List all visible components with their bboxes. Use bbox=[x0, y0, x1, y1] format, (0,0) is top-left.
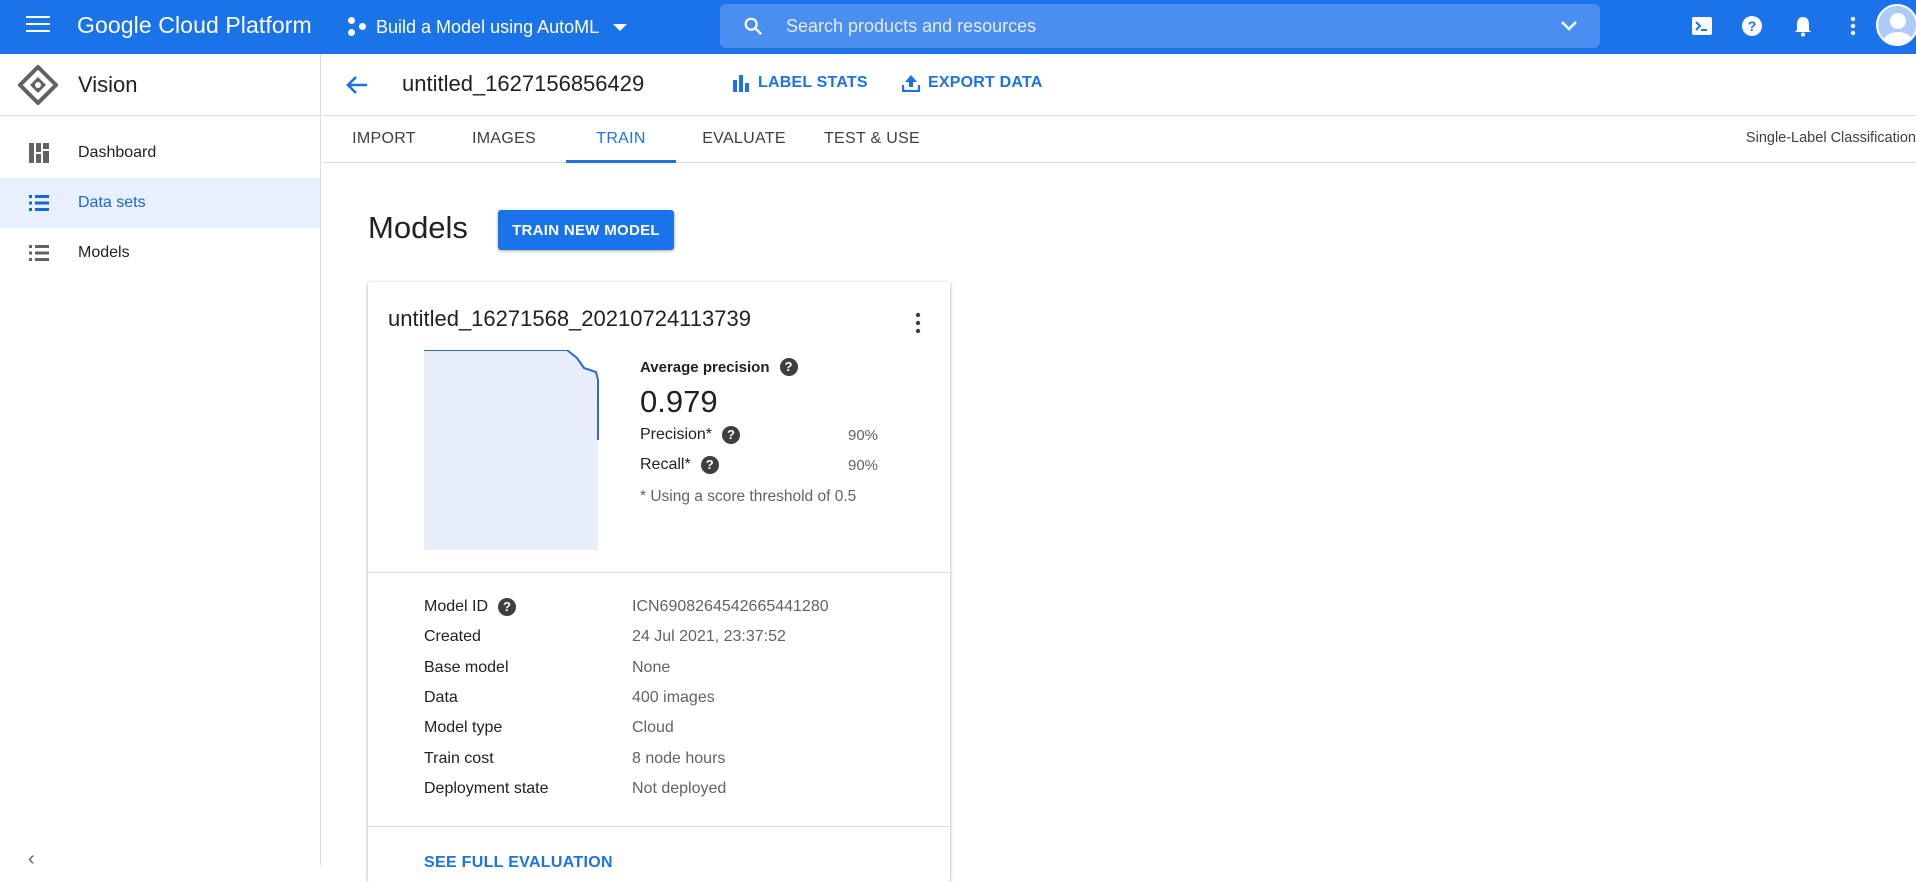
sidebar-item-label: Data sets bbox=[78, 194, 146, 211]
chevron-down-icon[interactable] bbox=[1560, 18, 1578, 34]
precision-row: Precision* ? 90% bbox=[640, 420, 900, 450]
recall-value: 90% bbox=[848, 456, 879, 474]
back-arrow-icon[interactable] bbox=[344, 72, 370, 98]
svg-text:?: ? bbox=[1748, 18, 1757, 34]
detail-value: 400 images bbox=[632, 689, 715, 707]
detail-key: Model type bbox=[424, 719, 503, 737]
top-app-bar: Google Cloud Platform Build a Model usin… bbox=[0, 0, 1916, 54]
average-precision-label: Average precision bbox=[640, 358, 770, 376]
tab-train[interactable]: TRAIN bbox=[566, 116, 676, 163]
detail-row: Base model None bbox=[424, 653, 924, 683]
detail-row: Train cost 8 node hours bbox=[424, 743, 924, 773]
divider bbox=[368, 572, 950, 573]
average-precision-heading: Average precision ? bbox=[640, 358, 900, 376]
search-input[interactable] bbox=[786, 15, 1526, 37]
search-icon bbox=[744, 17, 763, 36]
sidebar: Vision Dashboard Data sets Models ‹ bbox=[0, 54, 321, 870]
sidebar-item-label: Models bbox=[78, 244, 130, 261]
more-vert-icon[interactable] bbox=[914, 312, 922, 334]
detail-value: 8 node hours bbox=[632, 749, 726, 767]
label-stats-button[interactable]: LABEL STATS bbox=[732, 74, 868, 92]
average-precision-value: 0.979 bbox=[640, 384, 718, 419]
dashboard-icon bbox=[29, 143, 49, 163]
tab-test-and-use[interactable]: TEST & USE bbox=[822, 116, 922, 163]
search-bar[interactable] bbox=[720, 4, 1600, 48]
caret-down-icon bbox=[613, 23, 628, 31]
detail-key: Train cost bbox=[424, 749, 494, 767]
detail-value: Not deployed bbox=[632, 779, 727, 797]
sidebar-item-dashboard[interactable]: Dashboard bbox=[0, 128, 320, 178]
list-icon bbox=[29, 245, 49, 261]
pr-curve-area bbox=[424, 350, 598, 550]
dataset-title: untitled_1627156856429 bbox=[402, 71, 645, 96]
bar-chart-icon bbox=[733, 75, 749, 92]
page-title: Models bbox=[368, 210, 468, 245]
sidebar-item-data-sets[interactable]: Data sets bbox=[0, 178, 320, 228]
account-avatar[interactable] bbox=[1876, 4, 1916, 46]
brand-name[interactable]: Google Cloud Platform bbox=[77, 12, 312, 39]
detail-value: Cloud bbox=[632, 719, 674, 737]
sidebar-header: Vision bbox=[0, 54, 320, 116]
detail-key: Created bbox=[424, 628, 481, 646]
label-stats-label: LABEL STATS bbox=[758, 74, 868, 91]
recall-label: Recall* bbox=[640, 456, 691, 473]
classification-type: Single-Label Classification bbox=[1745, 130, 1916, 146]
cloud-shell-icon[interactable] bbox=[1690, 14, 1714, 38]
tab-images[interactable]: IMAGES bbox=[472, 116, 536, 163]
detail-value: None bbox=[632, 658, 671, 676]
detail-row: Deployment state Not deployed bbox=[424, 774, 924, 804]
detail-key: Base model bbox=[424, 658, 509, 676]
collapse-sidebar-icon[interactable]: ‹ bbox=[28, 848, 35, 871]
project-hub-icon bbox=[348, 17, 370, 37]
help-icon[interactable]: ? bbox=[700, 456, 719, 474]
detail-row: Model ID? ICN6908264542665441280 bbox=[424, 592, 924, 622]
export-data-label: EXPORT DATA bbox=[928, 74, 1043, 91]
export-data-button[interactable]: EXPORT DATA bbox=[902, 74, 1043, 92]
product-title: Vision bbox=[78, 71, 138, 97]
tab-bar: IMPORT IMAGES TRAIN EVALUATE TEST & USE … bbox=[322, 116, 1916, 163]
model-details: Model ID? ICN6908264542665441280 Created… bbox=[424, 592, 924, 804]
tab-import[interactable]: IMPORT bbox=[352, 116, 416, 163]
model-card: untitled_16271568_20210724113739 Average… bbox=[368, 282, 950, 882]
menu-icon[interactable] bbox=[26, 16, 50, 34]
sidebar-item-models[interactable]: Models bbox=[0, 228, 320, 278]
model-name[interactable]: untitled_16271568_20210724113739 bbox=[388, 306, 751, 332]
detail-key: Deployment state bbox=[424, 779, 549, 797]
train-new-model-button[interactable]: TRAIN NEW MODEL bbox=[498, 210, 674, 250]
sidebar-item-label: Dashboard bbox=[78, 144, 157, 161]
notifications-icon[interactable] bbox=[1791, 14, 1815, 38]
dataset-header: untitled_1627156856429 LABEL STATS EXPOR… bbox=[322, 54, 1916, 116]
detail-key: Model ID? bbox=[424, 598, 632, 617]
detail-row: Model type Cloud bbox=[424, 713, 924, 743]
vision-logo-icon bbox=[18, 64, 58, 105]
project-selector[interactable]: Build a Model using AutoML bbox=[348, 13, 628, 41]
detail-row: Created 24 Jul 2021, 23:37:52 bbox=[424, 622, 924, 652]
help-icon[interactable]: ? bbox=[722, 426, 741, 444]
threshold-note: * Using a score threshold of 0.5 bbox=[640, 488, 857, 505]
detail-value: ICN6908264542665441280 bbox=[632, 598, 829, 616]
detail-value: 24 Jul 2021, 23:37:52 bbox=[632, 628, 786, 646]
precision-recall-chart bbox=[424, 350, 599, 550]
precision-label: Precision* bbox=[640, 426, 713, 443]
recall-row: Recall* ? 90% bbox=[640, 450, 900, 480]
detail-key: Data bbox=[424, 689, 458, 707]
more-vert-icon[interactable] bbox=[1841, 14, 1865, 38]
precision-value: 90% bbox=[848, 426, 879, 444]
detail-row: Data 400 images bbox=[424, 683, 924, 713]
help-icon[interactable]: ? bbox=[779, 358, 798, 376]
tab-evaluate[interactable]: EVALUATE bbox=[702, 116, 786, 163]
divider bbox=[368, 826, 950, 827]
help-icon[interactable]: ? bbox=[498, 598, 517, 617]
project-name: Build a Model using AutoML bbox=[376, 16, 600, 37]
upload-icon bbox=[902, 75, 920, 92]
list-icon bbox=[29, 195, 49, 211]
metrics-panel: Average precision ? 0.979 Precision* ? 9… bbox=[640, 358, 900, 506]
help-icon[interactable]: ? bbox=[1740, 14, 1764, 38]
see-full-evaluation-link[interactable]: SEE FULL EVALUATION bbox=[424, 854, 613, 872]
